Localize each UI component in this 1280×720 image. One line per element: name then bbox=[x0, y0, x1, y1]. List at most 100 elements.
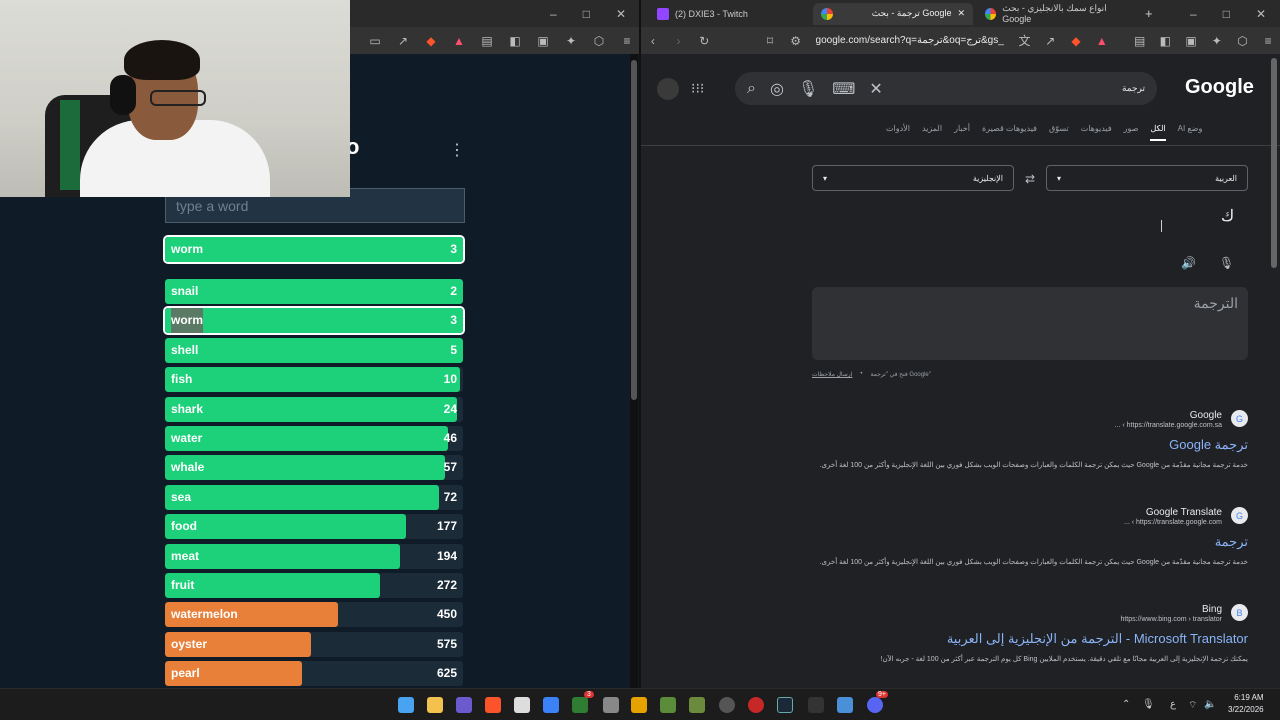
result-url[interactable]: https://translate.google.com.sa › ... bbox=[811, 422, 1248, 429]
voice-search-icon[interactable]: 🎙 bbox=[798, 79, 818, 99]
search-query[interactable]: ترجمة bbox=[1122, 83, 1145, 94]
wallet-icon[interactable]: ▣ bbox=[536, 34, 550, 48]
search-tab[interactable]: المزيد bbox=[922, 124, 942, 141]
recorder-icon[interactable] bbox=[748, 697, 764, 713]
obs-icon[interactable] bbox=[719, 697, 735, 713]
tab-close-icon[interactable]: ✕ bbox=[957, 8, 965, 19]
network-icon[interactable]: ⌔ bbox=[1188, 699, 1197, 712]
more-options-icon[interactable]: ⋮ bbox=[449, 140, 465, 160]
search-icon[interactable]: ⌕ bbox=[747, 80, 756, 98]
back-icon[interactable]: ‹ bbox=[647, 34, 659, 48]
apps-grid-icon[interactable]: ⁝⁝⁝ bbox=[691, 80, 704, 97]
new-tab-button[interactable]: + bbox=[1145, 6, 1153, 21]
guess-rank: 625 bbox=[436, 666, 457, 681]
result-title-link[interactable]: ترجمة bbox=[811, 534, 1248, 550]
search-tab[interactable]: الأدوات bbox=[886, 124, 910, 141]
share-icon[interactable]: ↗ bbox=[1044, 34, 1056, 48]
game-icon[interactable] bbox=[689, 697, 705, 713]
bookmark-icon[interactable]: ⌑ bbox=[764, 34, 776, 48]
sidebar-icon[interactable]: ◧ bbox=[508, 34, 522, 48]
speaker-icon[interactable]: 🔊 bbox=[1181, 256, 1196, 270]
brave-shield-icon[interactable]: ◆ bbox=[1070, 34, 1082, 48]
vpn-icon[interactable]: ⬡ bbox=[592, 34, 606, 48]
source-text-area[interactable]: ك bbox=[1221, 206, 1234, 226]
brave-rewards-icon[interactable]: ▲ bbox=[1096, 34, 1108, 48]
address-bar[interactable]: google.com/search?q=ترجمة&oq=ترج&gs_lcrp… bbox=[816, 35, 1005, 46]
share-icon[interactable]: ↗ bbox=[396, 34, 410, 48]
tab-google-translate-search[interactable]: ترجمة - بحث Google ✕ bbox=[813, 2, 973, 25]
m365-icon[interactable] bbox=[456, 697, 472, 713]
cast-icon[interactable]: ▭ bbox=[368, 34, 382, 48]
close-icon[interactable]: ✕ bbox=[1256, 7, 1266, 21]
brave-shield-icon[interactable]: ◆ bbox=[424, 34, 438, 48]
system-clock[interactable]: 6:19 AM 3/22/2026 bbox=[1228, 692, 1264, 716]
result-url[interactable]: https://www.bing.com › translator bbox=[811, 616, 1248, 623]
keyboard-icon[interactable]: ⌨ bbox=[832, 79, 855, 99]
open-in-translate-link[interactable]: فتح في "ترجمة Google" bbox=[870, 371, 930, 378]
forward-icon[interactable]: › bbox=[673, 34, 685, 48]
volume-icon[interactable]: 🔈 bbox=[1204, 699, 1216, 710]
leo-icon[interactable]: ✦ bbox=[1211, 34, 1223, 48]
microphone-icon[interactable]: 🎙 bbox=[1219, 256, 1234, 270]
tab-fish-search[interactable]: انواع سمك بالانجليزي - بحث Google bbox=[977, 3, 1137, 25]
reader-icon[interactable]: ▤ bbox=[480, 34, 494, 48]
minimize-icon[interactable]: – bbox=[550, 7, 557, 21]
minecraft-icon[interactable] bbox=[660, 697, 676, 713]
tray-chevron-icon[interactable]: ⌃ bbox=[1122, 699, 1130, 710]
right-scrollbar[interactable] bbox=[1270, 54, 1278, 688]
search-tab[interactable]: تسوّق bbox=[1049, 124, 1069, 141]
leo-icon[interactable]: ✦ bbox=[564, 34, 578, 48]
swap-languages-icon[interactable]: ⇄ bbox=[1025, 172, 1035, 186]
lens-icon[interactable]: ◎ bbox=[770, 79, 784, 99]
mail-icon[interactable] bbox=[543, 697, 559, 713]
menu-icon[interactable]: ≡ bbox=[620, 34, 634, 48]
result-title-link[interactable]: Microsoft Translator - الترجمة من الإنجل… bbox=[811, 631, 1248, 647]
translate-page-icon[interactable]: 文 bbox=[1018, 34, 1030, 48]
reader-icon[interactable]: ▤ bbox=[1134, 34, 1146, 48]
minimize-icon[interactable]: – bbox=[1190, 7, 1197, 21]
discord-icon[interactable] bbox=[867, 697, 883, 713]
account-avatar[interactable] bbox=[657, 78, 679, 100]
reload-icon[interactable]: ↻ bbox=[698, 34, 710, 48]
app-icon[interactable] bbox=[631, 697, 647, 713]
close-icon[interactable]: ✕ bbox=[616, 7, 626, 21]
result-title-link[interactable]: ترجمة Google bbox=[811, 437, 1248, 453]
tab-twitch[interactable]: (2) DXIE3 - Twitch bbox=[649, 3, 809, 25]
target-language-select[interactable]: الإنجليزية ▾ bbox=[812, 165, 1014, 191]
wallet-icon[interactable]: ▣ bbox=[1185, 34, 1197, 48]
start-icon[interactable] bbox=[398, 697, 414, 713]
guess-word: meat bbox=[171, 548, 200, 563]
search-tab[interactable]: أخبار bbox=[954, 124, 970, 141]
text-cursor bbox=[1161, 220, 1167, 232]
clear-search-icon[interactable]: ✕ bbox=[869, 79, 882, 99]
store-icon[interactable] bbox=[514, 697, 530, 713]
search-result: G Google https://translate.google.com.sa ›… bbox=[811, 410, 1248, 472]
search-tab[interactable]: الكل bbox=[1150, 124, 1166, 141]
xbox-icon[interactable] bbox=[572, 697, 588, 713]
site-info-icon[interactable]: ⚙ bbox=[790, 34, 802, 48]
google-logo[interactable]: Google bbox=[1185, 76, 1254, 99]
maximize-icon[interactable]: □ bbox=[1223, 7, 1230, 21]
search-tab[interactable]: وضع AI bbox=[1178, 124, 1203, 141]
maximize-icon[interactable]: □ bbox=[583, 7, 590, 21]
g-app-icon[interactable] bbox=[603, 697, 619, 713]
vpn-icon[interactable]: ⬡ bbox=[1237, 34, 1249, 48]
epic-games-icon[interactable] bbox=[808, 697, 824, 713]
search-tab[interactable]: صور bbox=[1124, 124, 1139, 141]
steam-icon[interactable] bbox=[777, 697, 793, 713]
result-url[interactable]: https://translate.google.com › ... bbox=[811, 519, 1248, 526]
google-search-box[interactable]: ⌕ ◎ 🎙 ⌨ ✕ ترجمة bbox=[735, 72, 1157, 105]
tray-mic-icon[interactable]: 🎙 bbox=[1142, 699, 1155, 710]
brave-rewards-icon[interactable]: ▲ bbox=[452, 34, 466, 48]
send-feedback-link[interactable]: إرسال ملاحظات bbox=[812, 371, 852, 378]
brave-taskbar-icon[interactable] bbox=[485, 697, 501, 713]
sidebar-icon[interactable]: ◧ bbox=[1159, 34, 1171, 48]
source-language-select[interactable]: العربية ▾ bbox=[1046, 165, 1248, 191]
menu-icon[interactable]: ≡ bbox=[1262, 34, 1274, 48]
input-language[interactable]: ع bbox=[1170, 699, 1176, 710]
search-tab[interactable]: فيديوهات bbox=[1081, 124, 1112, 141]
search-tab[interactable]: فيديوهات قصيرة bbox=[982, 124, 1037, 141]
left-scrollbar[interactable] bbox=[630, 54, 638, 688]
photos-icon[interactable] bbox=[837, 697, 853, 713]
file-explorer-icon[interactable] bbox=[427, 697, 443, 713]
